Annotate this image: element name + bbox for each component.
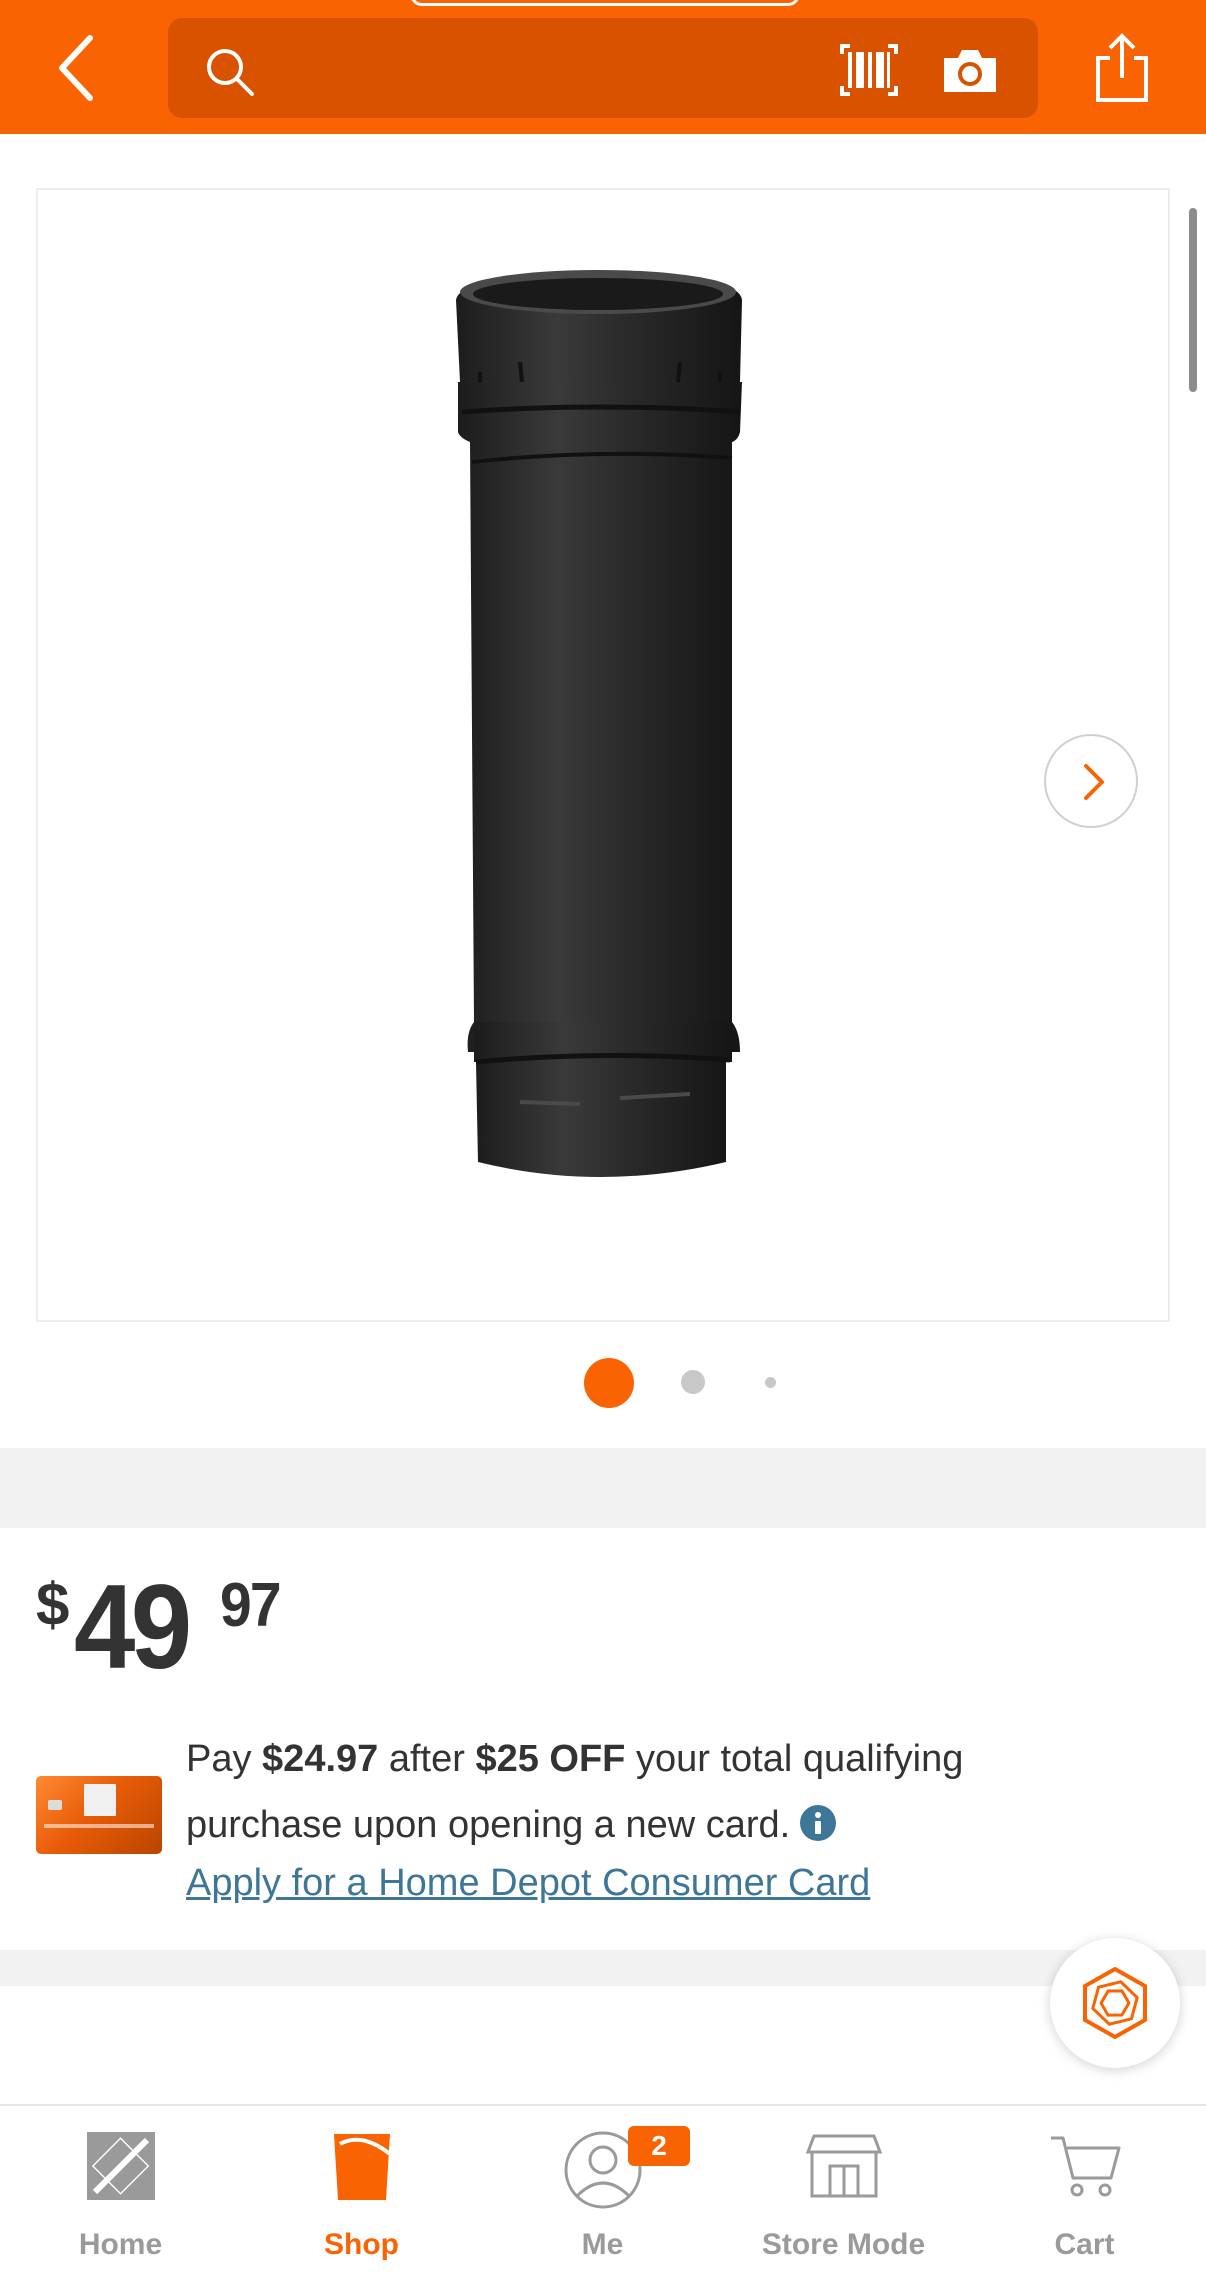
chevron-left-icon[interactable] bbox=[42, 30, 112, 106]
info-icon[interactable] bbox=[800, 1805, 837, 1841]
chevron-right-icon bbox=[1084, 764, 1104, 800]
product-image bbox=[440, 262, 760, 1212]
price-cents: 97 bbox=[220, 1571, 282, 1640]
carousel-dot[interactable] bbox=[765, 1377, 776, 1388]
next-image-button[interactable] bbox=[1044, 734, 1138, 828]
home-depot-logo-icon bbox=[85, 2130, 157, 2207]
assistant-button[interactable] bbox=[1050, 1938, 1180, 2068]
store-icon bbox=[804, 2130, 884, 2207]
share-icon[interactable] bbox=[1090, 30, 1154, 106]
cart-icon bbox=[1047, 2130, 1123, 2207]
card-number-strip bbox=[44, 1824, 154, 1828]
hexagon-icon bbox=[1083, 1966, 1147, 2040]
carousel-dot[interactable] bbox=[681, 1370, 705, 1394]
tab-cart[interactable]: Cart bbox=[964, 2106, 1205, 2284]
section-divider bbox=[0, 1950, 1206, 1986]
card-promo-text: Pay $24.97 after $25 OFF your total qual… bbox=[186, 1738, 964, 1846]
tab-home[interactable]: Home bbox=[0, 2106, 241, 2284]
status-pill bbox=[410, 0, 800, 6]
price-currency: $ bbox=[36, 1571, 70, 1638]
home-depot-logo-icon bbox=[84, 1784, 116, 1816]
card-chip-icon bbox=[48, 1800, 62, 1810]
barcode-scan-icon[interactable] bbox=[838, 42, 900, 98]
search-icon bbox=[202, 44, 258, 100]
tab-shop[interactable]: Shop bbox=[241, 2106, 482, 2284]
carousel-dot-active[interactable] bbox=[584, 1358, 634, 1408]
notification-badge: 2 bbox=[628, 2126, 690, 2166]
top-bar bbox=[0, 0, 1206, 134]
bucket-icon bbox=[330, 2130, 394, 2207]
camera-icon[interactable] bbox=[940, 42, 1000, 98]
search-input[interactable] bbox=[168, 18, 1038, 118]
scrollbar[interactable] bbox=[1189, 208, 1197, 392]
credit-card-image bbox=[36, 1776, 162, 1854]
section-divider bbox=[0, 1448, 1206, 1528]
apply-card-link[interactable]: Apply for a Home Depot Consumer Card bbox=[186, 1856, 870, 1910]
price-dollars: 49 bbox=[74, 1560, 192, 1694]
tab-store-mode[interactable]: Store Mode bbox=[723, 2106, 964, 2284]
bottom-tab-bar: Home Shop Me 2 Store Mode Cart bbox=[0, 2104, 1206, 2284]
